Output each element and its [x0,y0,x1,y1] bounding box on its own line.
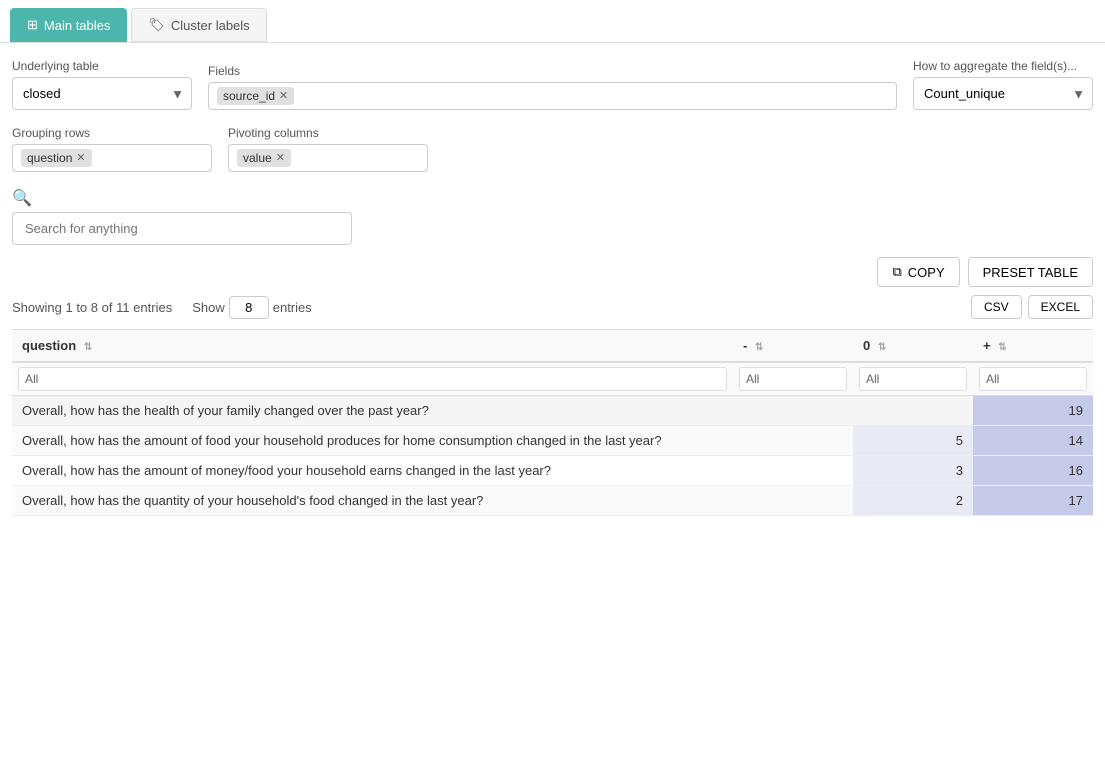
grouping-rows-label: Grouping rows [12,126,212,140]
toolbar-row: ⧉ COPY PRESET TABLE [12,257,1093,287]
pivoting-columns-group: Pivoting columns value ✕ [228,126,428,172]
sort-icon-question: ⇅ [84,342,92,353]
grouping-rows-tag-input[interactable]: question ✕ [12,144,212,172]
copy-button[interactable]: ⧉ COPY [877,257,959,287]
table-row: Overall, how has the health of your fami… [12,396,1093,426]
table-row: Overall, how has the amount of money/foo… [12,456,1093,486]
fields-label: Fields [208,64,897,78]
data-table: question ⇅ - ⇅ 0 ⇅ + ⇅ [12,329,1093,516]
search-input[interactable] [12,212,352,245]
filter-cell-zero [853,362,973,396]
search-section: 🔍 [12,188,1093,245]
config-row-2: Grouping rows question ✕ Pivoting column… [12,126,1093,172]
aggregate-label: How to aggregate the field(s)... [913,59,1093,73]
config-row-1: Underlying table closed open ▼ Fields so… [12,59,1093,110]
pivoting-columns-label: Pivoting columns [228,126,428,140]
tab-main-tables[interactable]: ⊞ Main tables [10,8,127,42]
cell-zero [853,396,973,426]
cell-zero: 2 [853,486,973,516]
cell-zero: 5 [853,426,973,456]
filter-input-zero[interactable] [859,367,967,391]
export-buttons: CSV EXCEL [971,295,1093,319]
table-body: Overall, how has the health of your fami… [12,396,1093,516]
cell-dash [733,456,853,486]
fields-group: Fields source_id ✕ [208,64,897,110]
search-icon: 🔍 [12,188,1093,208]
filter-cell-plus [973,362,1093,396]
table-row: Overall, how has the amount of food your… [12,426,1093,456]
fields-tag-source-id: source_id ✕ [217,87,294,105]
th-plus[interactable]: + ⇅ [973,330,1093,363]
entries-info: Showing 1 to 8 of 11 entries [12,300,172,315]
tab-bar: ⊞ Main tables 🏷 Cluster labels [0,0,1105,43]
table-header-row: question ⇅ - ⇅ 0 ⇅ + ⇅ [12,330,1093,363]
tab-cluster-labels[interactable]: 🏷 Cluster labels [131,8,266,42]
sort-icon-plus: ⇅ [998,342,1006,353]
cell-plus: 19 [973,396,1093,426]
pivoting-columns-tag-value: value ✕ [237,149,291,167]
copy-icon: ⧉ [892,264,901,280]
preset-table-button[interactable]: PRESET TABLE [968,257,1093,287]
main-content: Underlying table closed open ▼ Fields so… [0,43,1105,532]
underlying-table-group: Underlying table closed open ▼ [12,59,192,110]
table-icon: ⊞ [27,17,38,33]
show-label-after: entries [273,300,312,315]
table-row: Overall, how has the quantity of your ho… [12,486,1093,516]
sort-icon-dash: ⇅ [755,342,763,353]
underlying-table-select-wrapper: closed open ▼ [12,77,192,110]
filter-cell-question [12,362,733,396]
show-export-row: Showing 1 to 8 of 11 entries Show entrie… [12,295,1093,319]
excel-button[interactable]: EXCEL [1028,295,1093,319]
cell-question: Overall, how has the health of your fami… [12,396,733,426]
sort-icon-zero: ⇅ [878,342,886,353]
csv-button[interactable]: CSV [971,295,1022,319]
cell-question: Overall, how has the quantity of your ho… [12,486,733,516]
underlying-table-select[interactable]: closed open [12,77,192,110]
cell-plus: 17 [973,486,1093,516]
cell-question: Overall, how has the amount of food your… [12,426,733,456]
filter-input-question[interactable] [18,367,727,391]
pivoting-columns-tag-remove[interactable]: ✕ [276,153,285,164]
cell-dash [733,426,853,456]
cell-question: Overall, how has the amount of money/foo… [12,456,733,486]
filter-input-plus[interactable] [979,367,1087,391]
grouping-rows-tag-remove[interactable]: ✕ [76,153,85,164]
aggregate-select[interactable]: Count_unique Sum Average [913,77,1093,110]
show-entries-input[interactable] [229,296,269,319]
cell-plus: 14 [973,426,1093,456]
cell-dash [733,396,853,426]
cell-zero: 3 [853,456,973,486]
filter-cell-dash [733,362,853,396]
th-dash[interactable]: - ⇅ [733,330,853,363]
data-table-container: question ⇅ - ⇅ 0 ⇅ + ⇅ [12,329,1093,516]
cell-dash [733,486,853,516]
filter-input-dash[interactable] [739,367,847,391]
th-question[interactable]: question ⇅ [12,330,733,363]
pivoting-columns-tag-input[interactable]: value ✕ [228,144,428,172]
aggregate-select-wrapper: Count_unique Sum Average ▼ [913,77,1093,110]
table-filter-row [12,362,1093,396]
aggregate-group: How to aggregate the field(s)... Count_u… [913,59,1093,110]
fields-tag-input[interactable]: source_id ✕ [208,82,897,110]
grouping-rows-group: Grouping rows question ✕ [12,126,212,172]
tag-icon: 🏷 [148,17,165,33]
show-label-before: Show [192,300,225,315]
th-zero[interactable]: 0 ⇅ [853,330,973,363]
fields-tag-remove[interactable]: ✕ [279,91,288,102]
cell-plus: 16 [973,456,1093,486]
underlying-table-label: Underlying table [12,59,192,73]
grouping-rows-tag-question: question ✕ [21,149,92,167]
